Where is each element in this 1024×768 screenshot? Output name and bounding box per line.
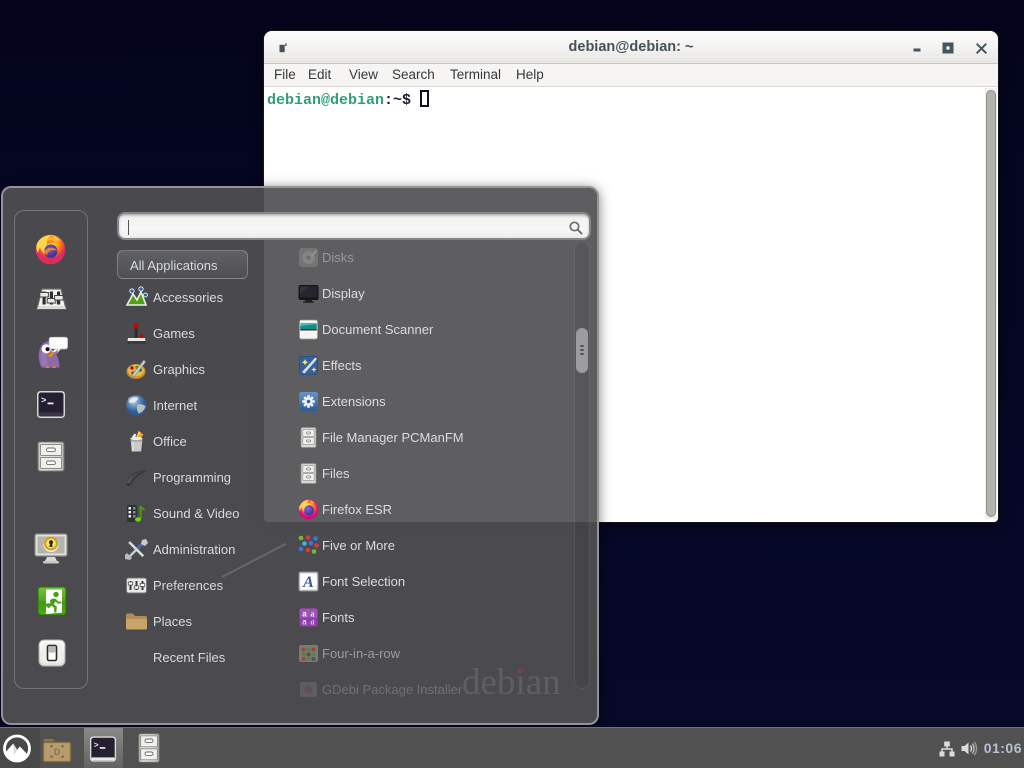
svg-text:a: a <box>311 618 315 627</box>
svg-text:>: > <box>94 741 99 751</box>
svg-text:a: a <box>302 618 307 627</box>
svg-text:A: A <box>302 574 314 591</box>
svg-text:>: > <box>41 396 46 406</box>
svg-text:D: D <box>54 747 61 757</box>
